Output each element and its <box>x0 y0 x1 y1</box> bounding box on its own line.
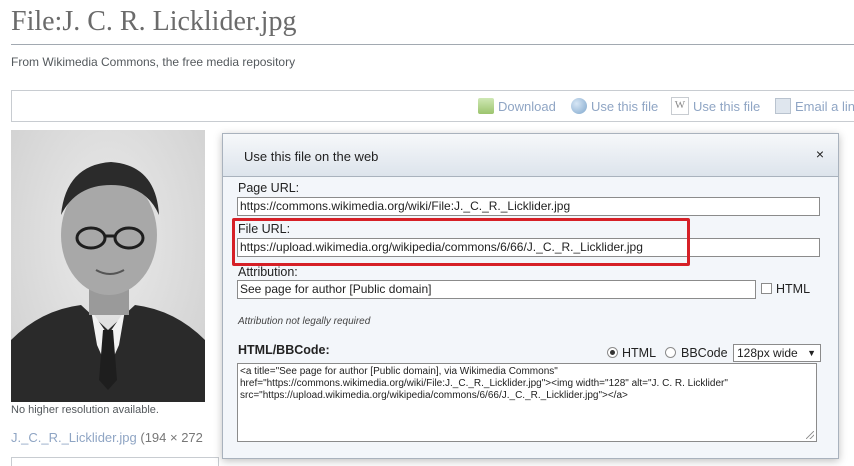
attribution-note: Attribution not legally required <box>238 316 371 327</box>
embed-code-textarea[interactable]: <a title="See page for author [Public do… <box>237 363 817 442</box>
file-url-field[interactable]: https://upload.wikimedia.org/wikipedia/c… <box>237 238 820 257</box>
download-label: Download <box>498 98 556 114</box>
email-link-label: Email a lin <box>795 98 854 114</box>
attribution-label: Attribution: <box>238 265 298 279</box>
code-line-2: href="https://commons.wikimedia.org/wiki… <box>240 378 728 389</box>
file-name-link[interactable]: J._C._R._Licklider.jpg <box>11 430 137 445</box>
file-info-line: J._C._R._Licklider.jpg (194 × 272 <box>11 430 203 445</box>
size-select[interactable]: 128px wide ▼ <box>733 344 821 362</box>
bbcode-radio-label: BBCode <box>681 346 728 360</box>
chevron-down-icon: ▼ <box>807 348 816 358</box>
download-button[interactable]: Download <box>478 91 556 121</box>
page-url-label: Page URL: <box>238 181 300 195</box>
use-this-file-wiki-label: Use this file <box>693 98 761 114</box>
attribution-html-checkbox[interactable] <box>761 283 772 294</box>
html-radio[interactable] <box>607 347 618 358</box>
download-icon <box>478 98 494 114</box>
use-this-file-label: Use this file <box>591 98 659 114</box>
dialog-title: Use this file on the web <box>244 149 379 164</box>
code-line-3: src="https://upload.wikimedia.org/wikipe… <box>240 390 628 401</box>
file-dimensions: (194 × 272 <box>140 430 203 445</box>
html-radio-label: HTML <box>622 346 657 360</box>
page-title: File:J. C. R. Licklider.jpg <box>11 6 297 37</box>
title-divider <box>11 44 854 45</box>
close-icon[interactable]: × <box>816 146 824 162</box>
email-icon <box>775 98 791 114</box>
no-higher-resolution-note: No higher resolution available. <box>11 404 159 416</box>
attribution-field[interactable]: See page for author [Public domain] <box>237 280 756 299</box>
size-select-value: 128px wide <box>737 346 798 360</box>
attribution-html-label: HTML <box>776 282 811 296</box>
wikipedia-icon: W <box>671 97 689 115</box>
html-bbcode-label: HTML/BBCode: <box>238 343 330 357</box>
code-line-1: <a title="See page for author [Public do… <box>240 366 558 377</box>
file-url-label: File URL: <box>238 222 291 236</box>
page-url-field[interactable]: https://commons.wikimedia.org/wiki/File:… <box>237 197 820 216</box>
use-this-file-dialog: Use this file on the web × Page URL: htt… <box>222 133 839 459</box>
use-this-file-button[interactable]: Use this file <box>571 91 658 121</box>
page-subtitle: From Wikimedia Commons, the free media r… <box>11 55 296 69</box>
use-this-file-wiki-button[interactable]: W Use this file <box>671 91 760 121</box>
dialog-header: Use this file on the web × <box>223 134 838 177</box>
globe-icon <box>571 98 587 114</box>
file-info-box <box>11 457 219 466</box>
email-link-button[interactable]: Email a lin <box>775 91 854 121</box>
portrait-image[interactable] <box>11 130 205 402</box>
bbcode-radio[interactable] <box>665 347 676 358</box>
resize-grip-icon[interactable] <box>806 431 814 439</box>
file-toolbar: Download Use this file W Use this file E… <box>11 90 854 122</box>
